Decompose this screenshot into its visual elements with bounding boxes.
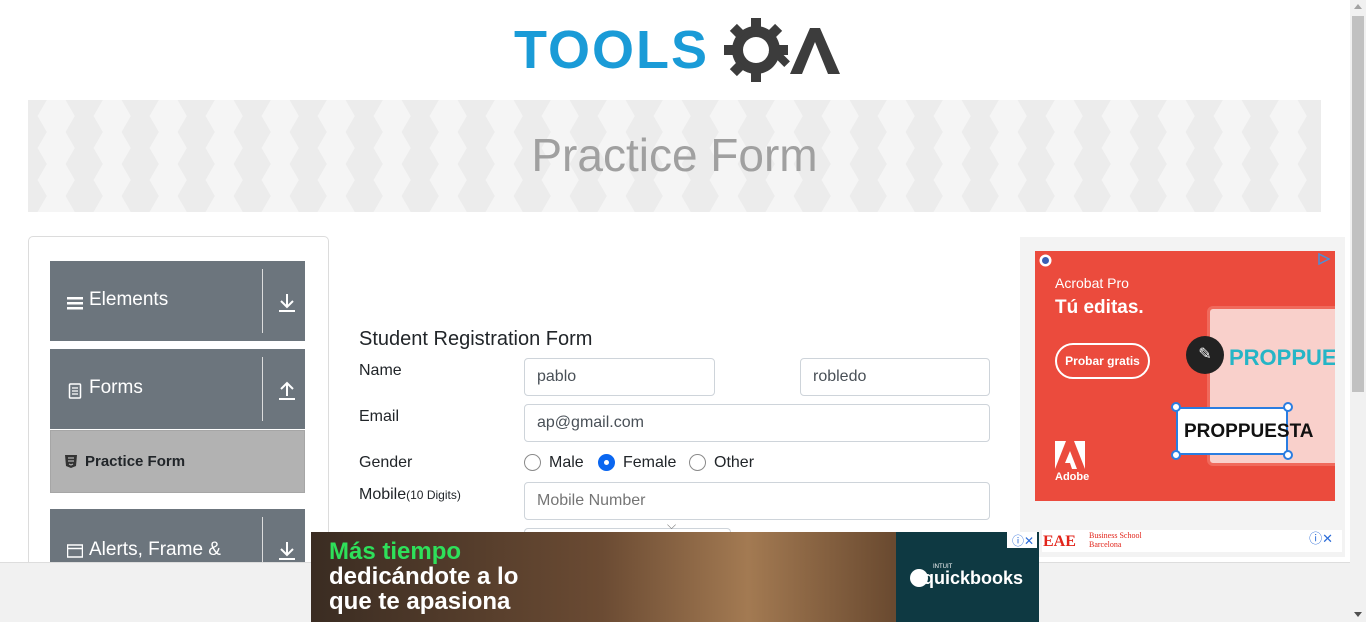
eae-logo: EAE bbox=[1043, 533, 1076, 550]
sidebar-item-practice-form[interactable]: Practice Form bbox=[50, 430, 305, 493]
last-name-input[interactable]: robledo bbox=[800, 358, 990, 396]
ad-brand: Acrobat Pro bbox=[1055, 275, 1129, 291]
mobile-hint: (10 Digits) bbox=[406, 488, 461, 502]
window-icon bbox=[67, 544, 83, 558]
radio-circle[interactable] bbox=[524, 454, 541, 471]
sidebar-group-forms[interactable]: Forms bbox=[50, 349, 305, 429]
scroll-down-arrow-icon[interactable] bbox=[1354, 612, 1362, 617]
ad-tagline: Tú editas. bbox=[1055, 297, 1144, 318]
slogan-line: dedicándote a lo bbox=[329, 563, 519, 590]
ad-slogan: Más tiempo dedicándote a lo que te apasi… bbox=[329, 539, 518, 614]
quickbooks-ad[interactable]: Más tiempo dedicándote a lo que te apasi… bbox=[311, 532, 1039, 622]
toolsqa-logo[interactable]: TOOLS bbox=[514, 14, 844, 90]
email-label: Email bbox=[359, 408, 400, 425]
ad-screen-word: PROPPUESTA bbox=[1229, 345, 1335, 370]
eae-sub-line: Barcelona bbox=[1089, 540, 1122, 549]
ad-selected-word: PROPPUESTA bbox=[1184, 421, 1314, 442]
html5-icon bbox=[65, 455, 77, 468]
radio-label: Other bbox=[714, 454, 755, 471]
hamburger-icon bbox=[67, 297, 83, 310]
radio-label: Female bbox=[623, 454, 677, 471]
scrollbar-thumb[interactable] bbox=[1352, 16, 1364, 392]
divider bbox=[262, 357, 263, 421]
page: TOOLS Practice Form Elements Forms Pract… bbox=[0, 0, 1366, 622]
ad-adobe-word: Adobe bbox=[1055, 471, 1090, 483]
radio-circle-selected[interactable] bbox=[598, 454, 615, 471]
adobe-ad[interactable]: Acrobat Pro Tú editas. Probar gratis PRO… bbox=[1035, 251, 1335, 501]
name-label: Name bbox=[359, 362, 402, 379]
chevron-down-icon: ⌵ bbox=[667, 518, 677, 532]
document-icon bbox=[68, 383, 82, 399]
selection-handle bbox=[1283, 450, 1293, 460]
selection-handle bbox=[1283, 402, 1293, 412]
scroll-up-arrow-icon[interactable] bbox=[1354, 4, 1362, 9]
mobile-label-text: Mobile bbox=[359, 486, 407, 503]
radio-label: Male bbox=[549, 454, 584, 471]
slogan-line: que te apasiona bbox=[329, 588, 511, 615]
divider bbox=[262, 269, 263, 333]
sidebar-group-label: Elements bbox=[89, 289, 169, 310]
sidebar-group-elements[interactable]: Elements bbox=[50, 261, 305, 341]
gender-label: Gender bbox=[359, 454, 413, 471]
email-input[interactable]: ap@gmail.com bbox=[524, 404, 990, 442]
sidebar-group-label: Alerts, Frame & bbox=[89, 539, 221, 560]
pencil-icon: ✎ bbox=[1186, 336, 1224, 374]
adchoices-icon[interactable] bbox=[1317, 253, 1331, 265]
sidebar: Elements Forms Practice Form Alerts, Fra… bbox=[28, 236, 329, 577]
eae-ad[interactable]: EAE Business School Barcelona ⓘ✕ bbox=[1042, 530, 1342, 552]
page-banner: Practice Form bbox=[28, 100, 1321, 212]
mobile-label: Mobile(10 Digits) bbox=[359, 486, 461, 504]
adobe-logo-icon bbox=[1055, 441, 1085, 469]
download-arrow-icon bbox=[279, 542, 295, 560]
close-icon[interactable]: ⓘ✕ bbox=[1309, 528, 1333, 547]
page-title: Practice Form bbox=[531, 129, 818, 181]
selection-handle bbox=[1171, 402, 1181, 412]
quickbooks-brand: quickbooks bbox=[923, 568, 1024, 588]
form-title: Student Registration Form bbox=[359, 328, 593, 350]
selection-handle bbox=[1171, 450, 1181, 460]
svg-text:TOOLS: TOOLS bbox=[514, 20, 709, 80]
ad-cta-button[interactable]: Probar gratis bbox=[1055, 343, 1150, 379]
sidebar-group-label: Forms bbox=[89, 377, 143, 398]
first-name-input[interactable]: pablo bbox=[524, 358, 715, 396]
eae-sub-line: Business School bbox=[1089, 531, 1142, 540]
radio-circle[interactable] bbox=[689, 454, 706, 471]
eae-subtitle: Business School Barcelona bbox=[1089, 531, 1142, 549]
mobile-input[interactable]: Mobile Number bbox=[524, 482, 990, 520]
close-icon[interactable]: ⓘ✕ bbox=[1007, 532, 1037, 548]
sidebar-item-label: Practice Form bbox=[85, 453, 186, 470]
shield-icon bbox=[1039, 254, 1052, 267]
download-arrow-icon bbox=[279, 294, 295, 312]
slogan-line: Más tiempo bbox=[329, 538, 462, 565]
upload-arrow-icon bbox=[279, 381, 295, 400]
